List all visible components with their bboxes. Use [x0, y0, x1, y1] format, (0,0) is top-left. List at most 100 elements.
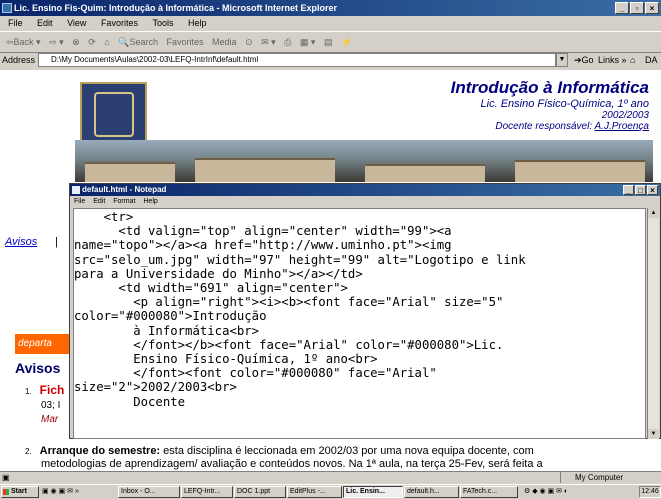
- notepad-caption-buttons: _ □ ×: [623, 185, 658, 195]
- code-line: <p align="right"><i><b><font face="Arial…: [74, 295, 504, 310]
- code-line: <td valign="top" align="center" width="9…: [74, 224, 452, 239]
- menu-help[interactable]: Help: [188, 18, 207, 28]
- university-seal-logo[interactable]: [80, 82, 147, 147]
- scroll-down-icon[interactable]: ▼: [648, 429, 659, 439]
- taskbar-item-default[interactable]: default.h...: [404, 486, 459, 498]
- code-line: Docente: [74, 394, 186, 409]
- code-line: à Informática<br>: [74, 323, 260, 338]
- search-button[interactable]: 🔍Search: [118, 37, 158, 47]
- list-item: 2. Arranque do semestre: esta disciplina …: [25, 445, 645, 471]
- taskbar-item-lic-ensino[interactable]: Lic. Ensin...: [343, 486, 403, 498]
- status-zone: My Computer: [560, 472, 660, 483]
- mail-icon[interactable]: ✉ ▾: [261, 37, 276, 47]
- edit-icon[interactable]: ▦ ▾: [300, 37, 316, 47]
- home-icon[interactable]: ⌂: [104, 37, 109, 47]
- print-icon[interactable]: ⎙: [284, 37, 291, 47]
- docente-line: Docente responsável: A.J.Proença: [451, 121, 649, 132]
- notepad-title-bar[interactable]: default.html - Notepad _ □ ×: [70, 184, 660, 196]
- taskbar-item-editplus[interactable]: EditPlus -...: [287, 486, 342, 498]
- page-title: Introdução à Informática: [450, 78, 649, 97]
- go-button[interactable]: ➔Go: [574, 52, 594, 69]
- address-input[interactable]: D:\My Documents\Aulas\2002-03\LEFQ-IntrI…: [38, 53, 556, 67]
- link-separator: |: [55, 236, 58, 248]
- status-page-icon: ▣: [2, 473, 10, 482]
- minimize-icon[interactable]: _: [615, 2, 629, 14]
- back-button[interactable]: ⇦Back ▾: [6, 37, 41, 47]
- scroll-up-icon[interactable]: ▲: [648, 208, 659, 218]
- notepad-text-area[interactable]: <tr> <td valign="top" align="center" wid…: [73, 208, 646, 439]
- home-small-icon[interactable]: ⌂: [630, 52, 635, 69]
- history-icon[interactable]: ⊙: [245, 37, 253, 47]
- avisos-link[interactable]: Avisos: [5, 236, 37, 248]
- refresh-icon[interactable]: ⟳: [88, 37, 96, 47]
- code-line: src="selo_um.jpg" width="97" height="99"…: [74, 252, 526, 267]
- avisos-heading: Avisos: [15, 360, 61, 376]
- campus-photo-banner: [75, 140, 653, 182]
- address-value: D:\My Documents\Aulas\2002-03\LEFQ-IntrI…: [51, 55, 259, 64]
- list-item: 1. Fich 03; I Mar: [25, 383, 64, 425]
- code-line: name="topo"></a><a href="http://www.umin…: [74, 238, 452, 253]
- favorites-button[interactable]: Favorites: [167, 37, 204, 47]
- address-bar: Address D:\My Documents\Aulas\2002-03\LE…: [0, 52, 661, 69]
- notepad-scrollbar[interactable]: ▲ ▼: [647, 208, 659, 439]
- np-menu-help[interactable]: Help: [143, 198, 157, 205]
- windows-taskbar: Start ▣ ◉ ▣ ✉ » Inbox - O... LEFQ-Intr..…: [0, 484, 661, 499]
- maximize-icon[interactable]: □: [635, 185, 646, 195]
- menu-favorites[interactable]: Favorites: [101, 18, 138, 28]
- photo-building: [195, 158, 335, 182]
- taskbar-item-lefq[interactable]: LEFQ-Intr...: [181, 486, 233, 498]
- notepad-window[interactable]: default.html - Notepad _ □ × File Edit F…: [69, 183, 661, 439]
- docente-prefix: Docente responsável:: [495, 121, 595, 132]
- docente-link[interactable]: A.J.Proença: [595, 121, 649, 132]
- ie-toolbar: ⇦Back ▾ ⇨ ▾ ⊗ ⟳ ⌂ 🔍Search Favorites Medi…: [0, 31, 661, 53]
- item-text-line2: metodologias de aprendizagem/ avaliação …: [41, 458, 543, 470]
- menu-view[interactable]: View: [67, 18, 86, 28]
- restore-icon[interactable]: ▫: [630, 2, 644, 14]
- discuss-icon[interactable]: ▤: [324, 37, 333, 47]
- ie-title-bar: Lic. Ensino Fis-Quim: Introdução à Infor…: [0, 0, 661, 16]
- photo-building: [85, 162, 175, 182]
- address-label: Address: [2, 55, 36, 65]
- code-line: size="2">2002/2003<br>: [74, 380, 237, 395]
- item-line: Mar: [41, 414, 59, 425]
- taskbar-item-doc[interactable]: DOC 1.ppt: [234, 486, 286, 498]
- minimize-icon[interactable]: _: [623, 185, 634, 195]
- item-line: 03; I: [41, 400, 61, 411]
- ie-menu-bar: File Edit View Favorites Tools Help: [0, 16, 661, 31]
- start-button[interactable]: Start: [1, 486, 39, 498]
- np-menu-edit[interactable]: Edit: [93, 198, 105, 205]
- code-line: </font><font color="#000080" face="Arial…: [74, 366, 437, 381]
- close-icon[interactable]: ×: [647, 185, 658, 195]
- quick-launch-icons[interactable]: ▣ ◉ ▣ ✉ »: [42, 485, 79, 498]
- course-line: Lic. Ensino Físico-Química, 1º ano: [480, 98, 649, 110]
- item-number: 2.: [25, 447, 32, 456]
- close-icon[interactable]: ×: [645, 2, 659, 14]
- code-line: color="#000080">Introdução: [74, 309, 267, 324]
- stop-icon[interactable]: ⊗: [72, 37, 80, 47]
- tray-icons[interactable]: ⚙ ◆ ◉ ▣ ✉ ◐: [524, 485, 568, 498]
- notepad-menu-bar: File Edit Format Help: [70, 196, 660, 207]
- code-line: <td width="691" align="center">: [74, 281, 348, 296]
- start-label: Start: [11, 488, 27, 495]
- taskbar-clock: 12:46: [639, 486, 661, 498]
- forward-button[interactable]: ⇨ ▾: [49, 37, 64, 47]
- taskbar-item-fatech[interactable]: FATech.c...: [460, 486, 518, 498]
- np-menu-file[interactable]: File: [74, 198, 85, 205]
- menu-edit[interactable]: Edit: [37, 18, 53, 28]
- address-dropdown-icon[interactable]: ▼: [556, 53, 568, 67]
- extra-link[interactable]: DA: [645, 52, 658, 69]
- ie-window-title: Lic. Ensino Fis-Quim: Introdução à Infor…: [14, 3, 338, 13]
- ie-caption-buttons: _ ▫ ×: [615, 2, 659, 14]
- media-button[interactable]: Media: [212, 37, 237, 47]
- code-line: Ensino Físico-Química, 1º ano<br>: [74, 352, 378, 367]
- item-title[interactable]: Fich: [40, 383, 65, 397]
- seal-emblem: [94, 92, 134, 137]
- np-menu-format[interactable]: Format: [113, 198, 135, 205]
- taskbar-item-inbox[interactable]: Inbox - O...: [118, 486, 180, 498]
- menu-file[interactable]: File: [8, 18, 23, 28]
- notepad-icon: [72, 186, 80, 194]
- links-button[interactable]: Links »: [598, 52, 627, 69]
- item-number: 1.: [25, 387, 32, 396]
- messenger-icon[interactable]: ⚡: [341, 37, 352, 47]
- menu-tools[interactable]: Tools: [152, 18, 173, 28]
